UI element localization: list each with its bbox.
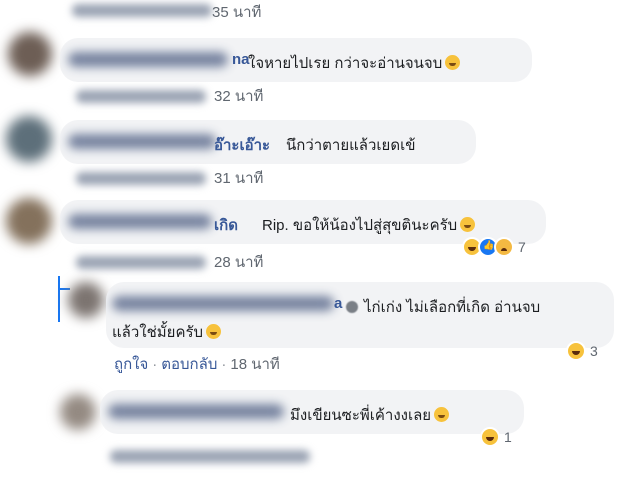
grinning-emoji-icon xyxy=(434,407,450,422)
reply-link[interactable]: ตอบกลับ xyxy=(161,356,217,373)
reaction-summary[interactable]: 1 xyxy=(480,426,512,448)
comment-6: มึงเขียนซะพี่เค้างงเลย 1 xyxy=(0,384,640,478)
comment-3: อ๊าะเอ๊าะ นึกว่าตายแล้วเยดเข้ 31 นาที xyxy=(0,108,640,190)
comment-text-body-2: แล้วใช่มั้ยครับ xyxy=(112,324,204,341)
comment-1: 35 นาที xyxy=(0,0,640,22)
comment-time[interactable]: 28 นาที xyxy=(214,250,263,274)
grinning-emoji-icon xyxy=(206,324,222,339)
blurred-meta xyxy=(76,90,206,103)
comment-5: a ไก่เก่ง ไม่เลือกที่เกิด อ่านจบ แล้วใช่… xyxy=(0,276,640,380)
haha-reaction-icon xyxy=(566,341,586,361)
comment-text-body: ไก่เก่ง ไม่เลือกที่เกิด อ่านจบ xyxy=(364,299,541,316)
comment-time[interactable]: 32 นาที xyxy=(214,84,263,108)
grinning-emoji-icon xyxy=(460,217,476,232)
comment-2: na ใจหายไปเรย กว่าจะอ่านจนจบ 32 นาที xyxy=(0,28,640,108)
author-name[interactable]: อ๊าะเอ๊าะ xyxy=(214,133,270,157)
comment-actions: ถูกใจ · ตอบกลับ · 18 นาที xyxy=(114,352,280,376)
comment-bubble: a ไก่เก่ง ไม่เลือกที่เกิด อ่านจบ แล้วใช่… xyxy=(106,282,614,348)
sticker-icon xyxy=(346,301,358,313)
reaction-summary[interactable]: 7 xyxy=(462,236,526,258)
comment-text: มึงเขียนซะพี่เค้างงเลย xyxy=(290,403,450,427)
comment-text: ใจหายไปเรย กว่าจะอ่านจนจบ xyxy=(248,51,461,75)
haha-reaction-icon xyxy=(480,427,500,447)
comment-time: 35 นาที xyxy=(212,4,262,21)
author-name[interactable]: na xyxy=(232,51,250,68)
separator-dot: · xyxy=(221,356,227,373)
avatar[interactable] xyxy=(6,198,52,244)
grinning-emoji-icon xyxy=(445,55,461,70)
blurred-author-name[interactable] xyxy=(112,296,334,311)
comment-text: Rip. ขอให้น้องไปสู่สุขตินะครับ xyxy=(262,213,476,237)
reaction-summary[interactable]: 3 xyxy=(566,340,598,362)
comment-time[interactable]: 18 นาที xyxy=(230,356,279,373)
comment-text-body: Rip. ขอให้น้องไปสู่สุขตินะครับ xyxy=(262,217,458,234)
blurred-author-name[interactable] xyxy=(68,52,228,67)
avatar[interactable] xyxy=(68,282,104,318)
sad-reaction-icon xyxy=(494,237,514,257)
reaction-count: 7 xyxy=(518,239,526,255)
comment-4: เกิด Rip. ขอให้น้องไปสู่สุขตินะครับ 7 28… xyxy=(0,190,640,274)
blurred-meta xyxy=(72,4,212,17)
blurred-meta xyxy=(76,172,206,185)
like-link[interactable]: ถูกใจ xyxy=(114,356,148,373)
comment-text: นึกว่าตายแล้วเยดเข้ xyxy=(286,137,416,154)
comment-text-line-1: ไก่เก่ง ไม่เลือกที่เกิด อ่านจบ xyxy=(346,295,540,319)
reaction-count: 1 xyxy=(504,429,512,445)
comment-bubble: มึงเขียนซะพี่เค้างงเลย xyxy=(100,390,524,434)
blurred-author-name[interactable] xyxy=(108,404,284,419)
reaction-count: 3 xyxy=(590,343,598,359)
comment-text-line-2: แล้วใช่มั้ยครับ xyxy=(112,320,222,344)
blurred-meta xyxy=(76,256,206,269)
blurred-author-name[interactable] xyxy=(68,134,216,149)
comment-text-body: มึงเขียนซะพี่เค้างงเลย xyxy=(290,407,432,424)
comment-text-body: ใจหายไปเรย กว่าจะอ่านจนจบ xyxy=(248,55,443,72)
avatar[interactable] xyxy=(6,116,52,162)
blurred-meta xyxy=(110,450,310,463)
author-name[interactable]: a xyxy=(334,295,342,312)
blurred-author-name[interactable] xyxy=(68,214,212,229)
author-name[interactable]: เกิด xyxy=(214,213,238,237)
comment-bubble: อ๊าะเอ๊าะ นึกว่าตายแล้วเยดเข้ xyxy=(60,120,476,164)
avatar[interactable] xyxy=(8,32,52,76)
comment-time[interactable]: 31 นาที xyxy=(214,166,263,190)
avatar[interactable] xyxy=(60,394,96,430)
comment-bubble: na ใจหายไปเรย กว่าจะอ่านจนจบ xyxy=(60,38,532,82)
separator-dot: · xyxy=(152,356,158,373)
